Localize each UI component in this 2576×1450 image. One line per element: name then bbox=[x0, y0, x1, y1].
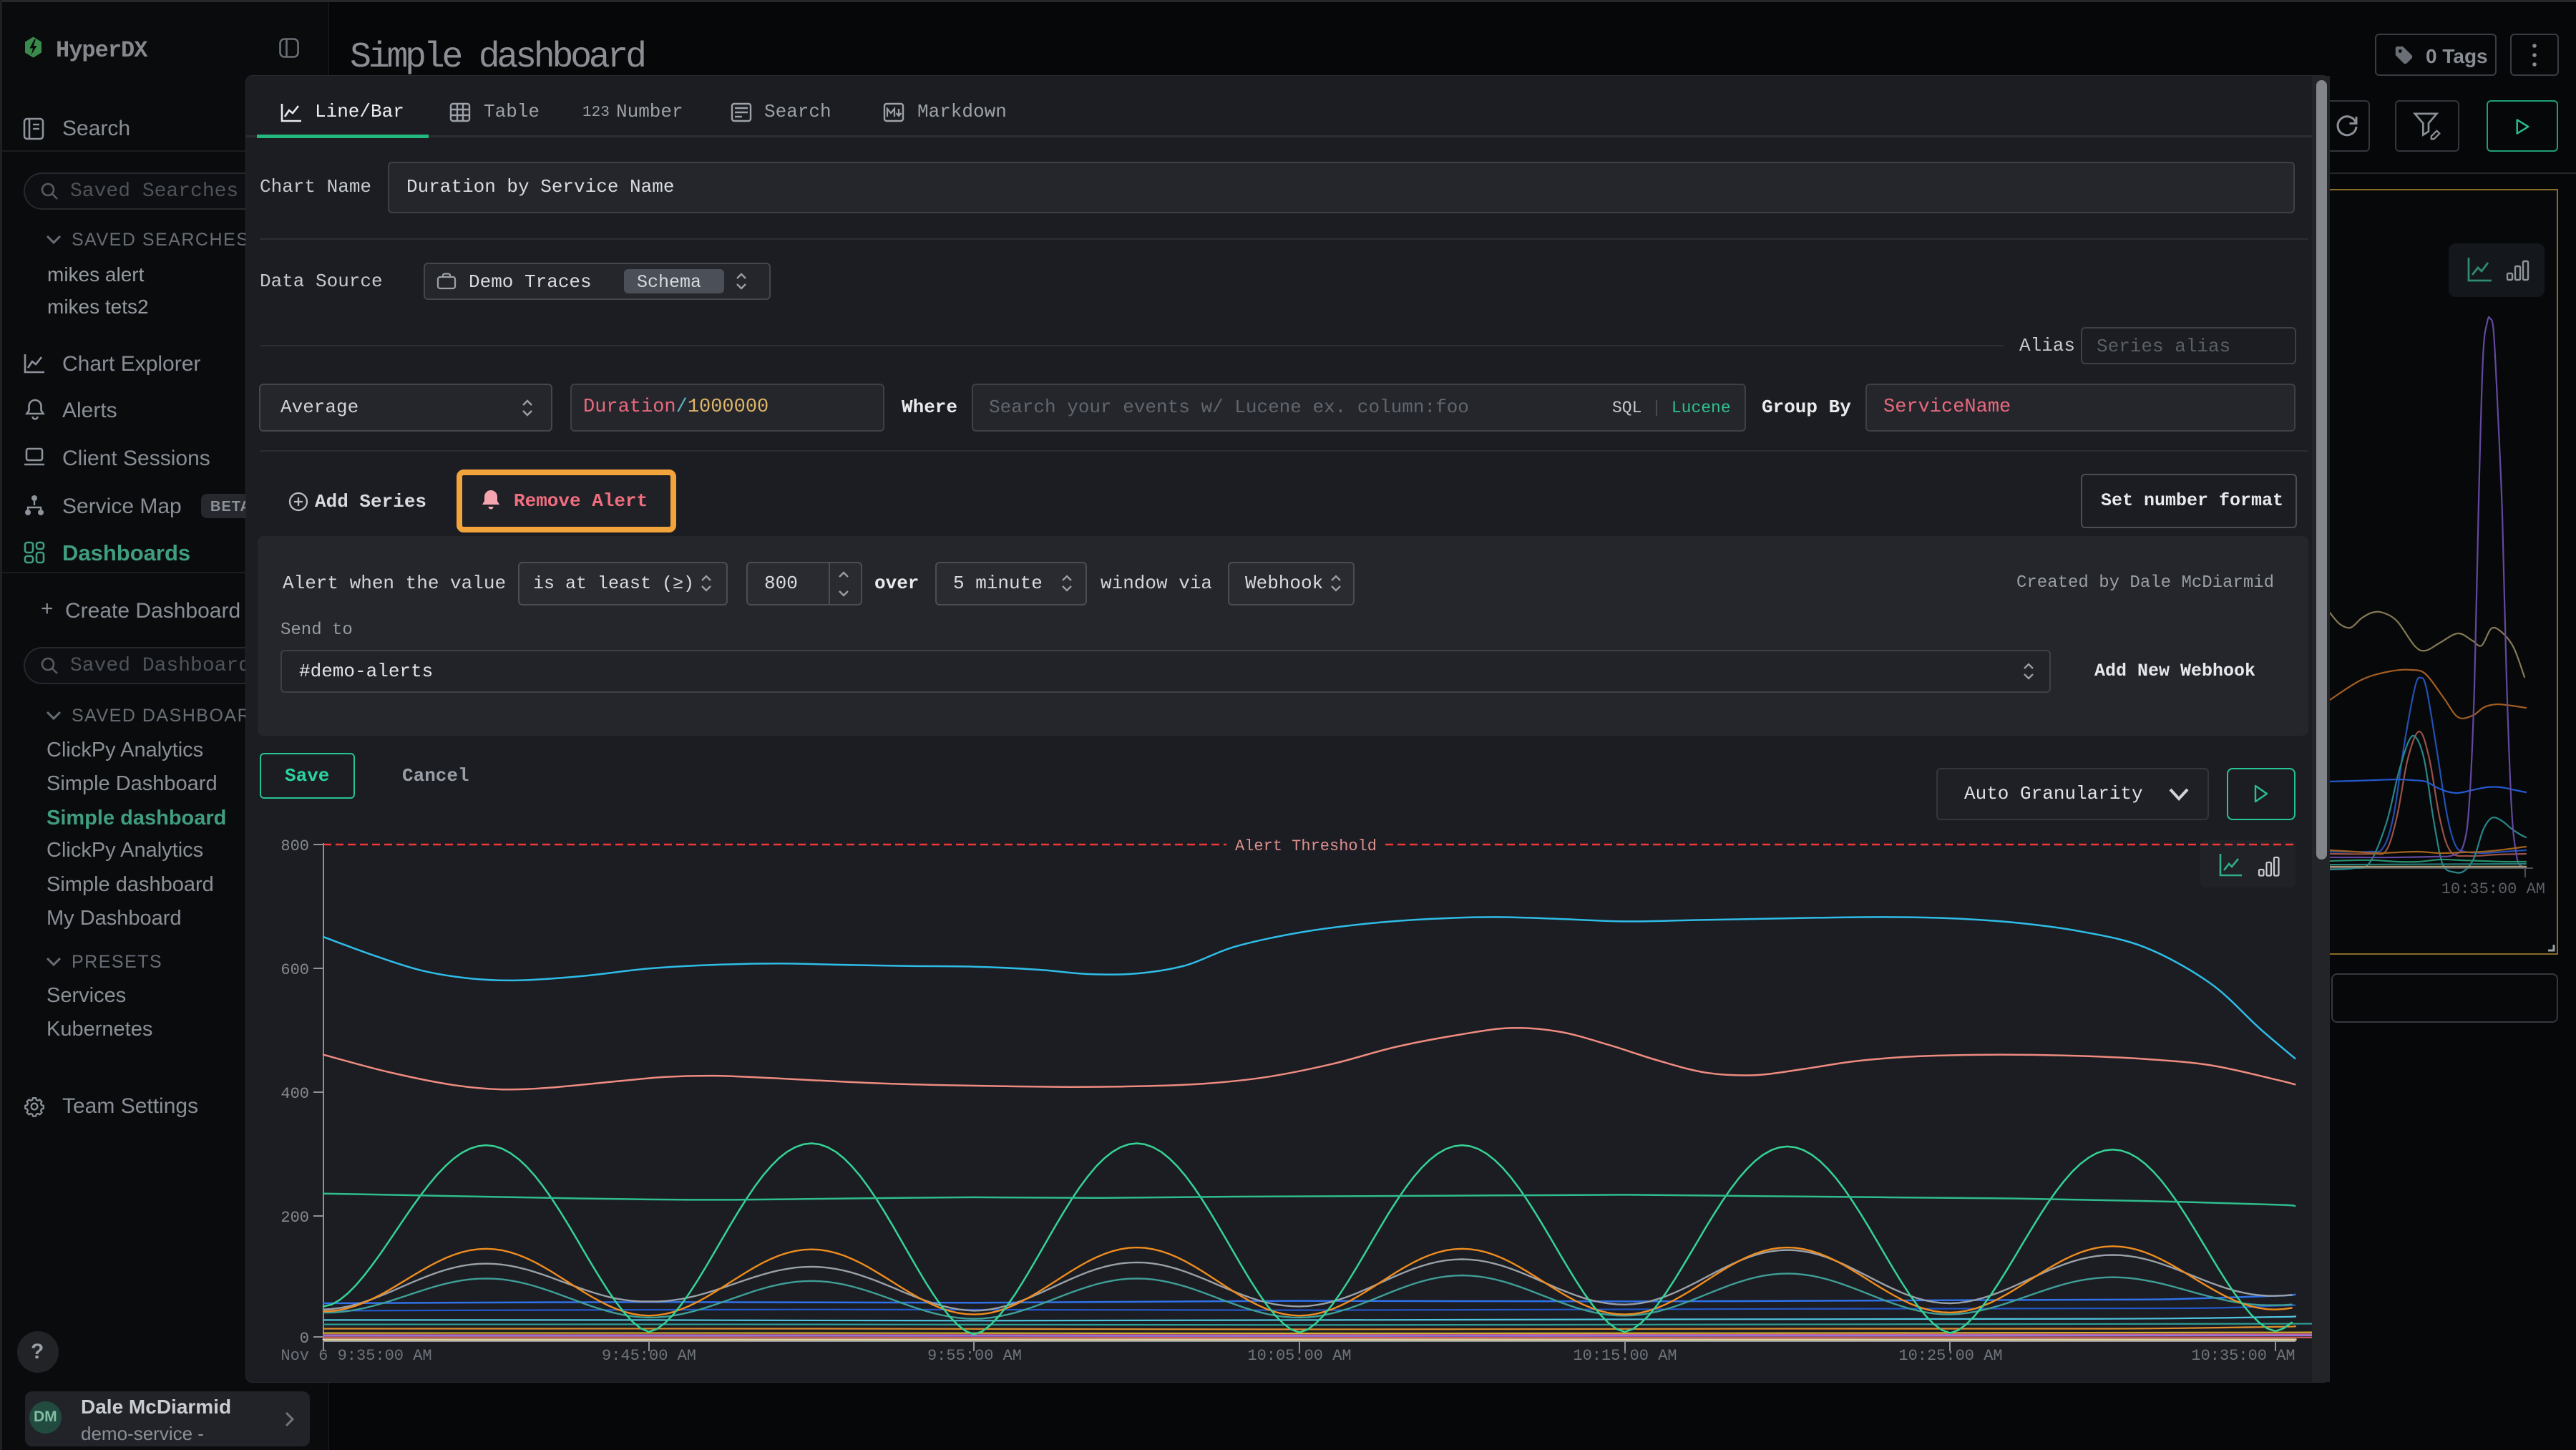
svg-text:10:35:00 AM: 10:35:00 AM bbox=[2441, 880, 2545, 898]
svg-text:10:15:00 AM: 10:15:00 AM bbox=[1573, 1347, 1677, 1365]
svg-text:10:25:00 AM: 10:25:00 AM bbox=[1898, 1347, 2002, 1365]
svg-text:0: 0 bbox=[300, 1330, 309, 1348]
svg-text:600: 600 bbox=[280, 961, 309, 979]
svg-text:9:55:00 AM: 9:55:00 AM bbox=[927, 1347, 1022, 1365]
svg-text:200: 200 bbox=[280, 1209, 309, 1227]
svg-text:9:45:00 AM: 9:45:00 AM bbox=[602, 1347, 696, 1365]
svg-text:10:35:00 AM: 10:35:00 AM bbox=[2191, 1347, 2295, 1365]
svg-text:Nov 6 9:35:00 AM: Nov 6 9:35:00 AM bbox=[280, 1347, 431, 1365]
svg-text:Alert Threshold: Alert Threshold bbox=[1235, 837, 1377, 855]
svg-text:800: 800 bbox=[280, 837, 309, 855]
svg-text:400: 400 bbox=[280, 1085, 309, 1103]
svg-text:10:05:00 AM: 10:05:00 AM bbox=[1247, 1347, 1351, 1365]
